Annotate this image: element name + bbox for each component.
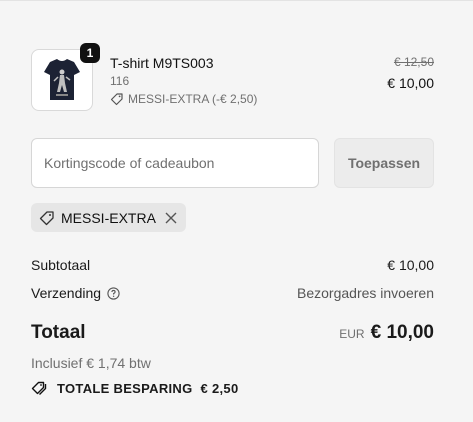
shipping-value: Bezorgadres invoeren	[297, 285, 434, 301]
subtotal-row: Subtotaal € 10,00	[31, 257, 434, 273]
total-savings: TOTALE BESPARING € 2,50	[31, 380, 238, 396]
subtotal-value: € 10,00	[387, 257, 434, 273]
product-discount-label: MESSI-EXTRA (-€ 2,50)	[128, 92, 258, 106]
product-price: € 10,00	[387, 75, 434, 91]
tags-icon	[31, 381, 47, 395]
subtotal-label: Subtotaal	[31, 257, 91, 273]
total-label: Totaal	[31, 322, 86, 343]
tax-note: Inclusief € 1,74 btw	[31, 355, 151, 371]
applied-discount-chip: MESSI-EXTRA	[31, 203, 186, 232]
quantity-badge: 1	[80, 43, 100, 63]
discount-code-input[interactable]	[31, 138, 319, 188]
total-row: Totaal EUR € 10,00	[31, 322, 434, 344]
apply-button[interactable]: Toepassen	[334, 138, 434, 188]
applied-discount-code: MESSI-EXTRA	[61, 209, 156, 226]
question-circle-icon[interactable]	[107, 286, 120, 300]
shipping-row: Verzending Bezorgadres invoeren	[31, 285, 434, 301]
original-price: € 12,50	[393, 55, 434, 69]
product-variant: 116	[110, 74, 130, 88]
tag-icon	[39, 210, 54, 225]
total-value: € 10,00	[370, 322, 434, 343]
tag-icon	[110, 93, 123, 106]
product-name: T-shirt M9TS003	[110, 55, 214, 71]
savings-label: TOTALE BESPARING	[57, 380, 193, 396]
total-currency: EUR	[339, 327, 365, 341]
shipping-label: Verzending	[31, 285, 102, 301]
close-icon[interactable]	[164, 211, 178, 225]
product-discount: MESSI-EXTRA (-€ 2,50)	[110, 92, 257, 106]
savings-value: € 2,50	[200, 380, 239, 396]
